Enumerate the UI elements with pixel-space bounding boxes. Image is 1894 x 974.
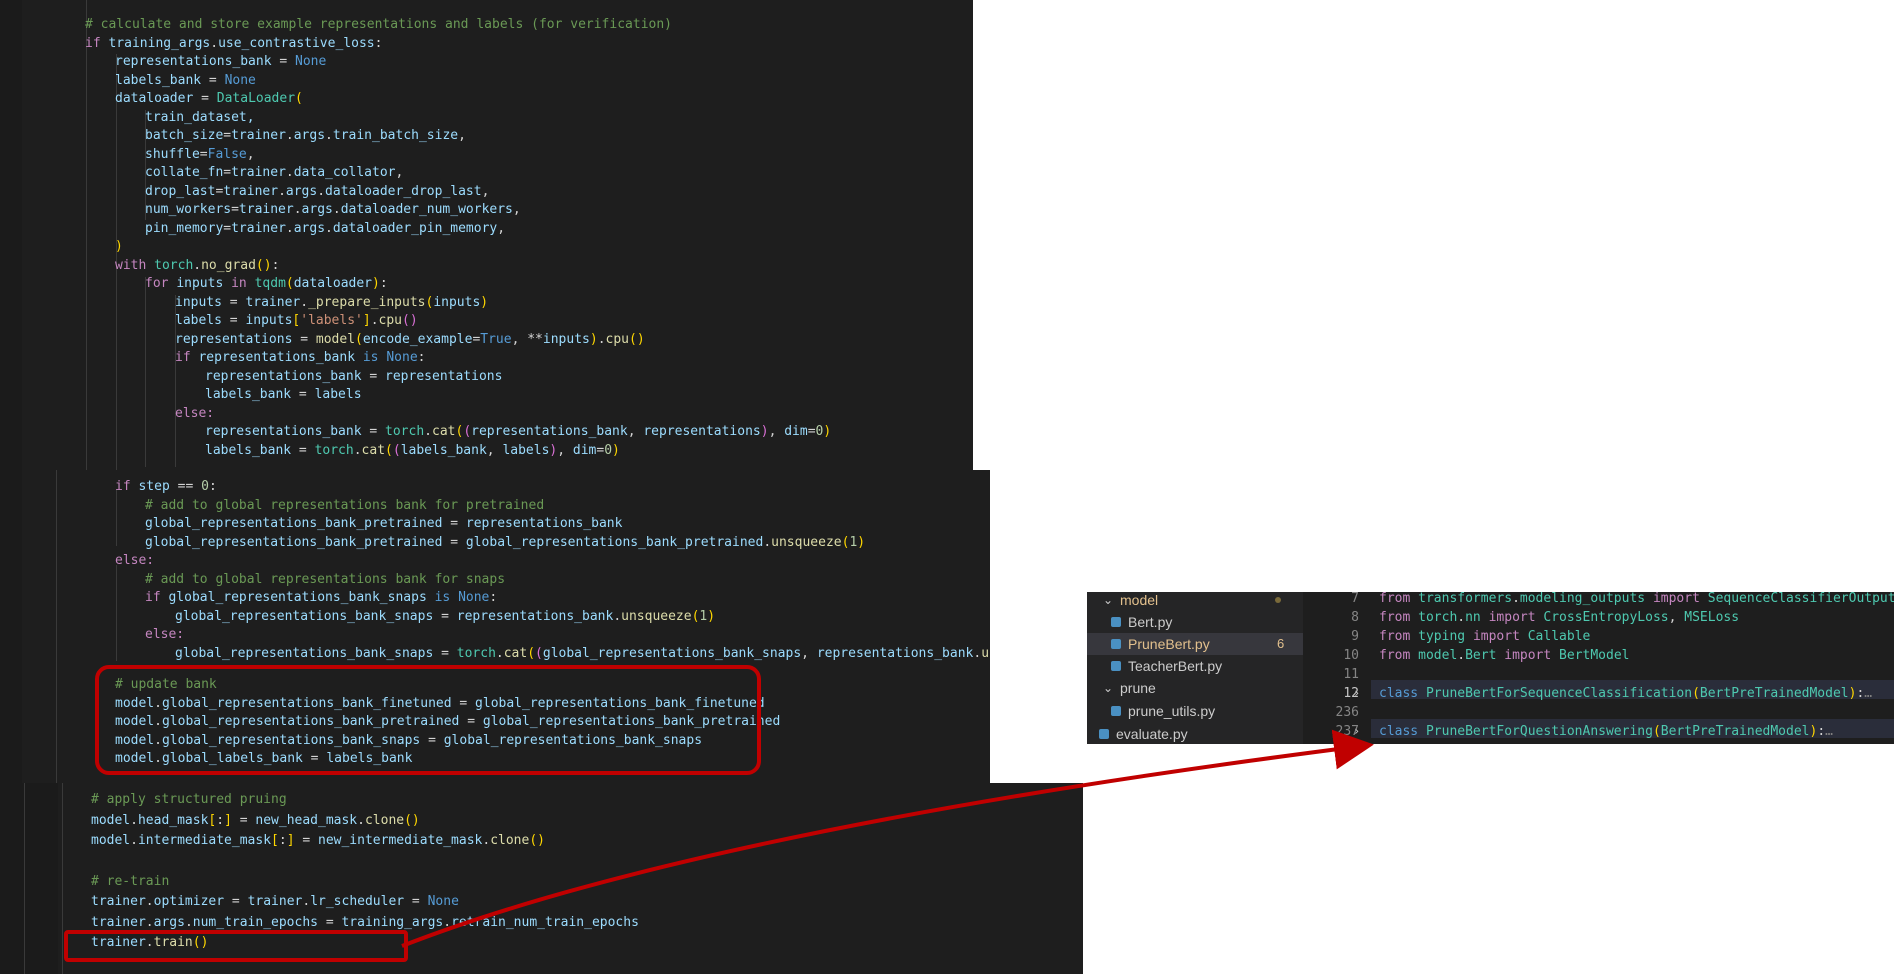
- arrow-path: [401, 729, 1374, 948]
- annotation-arrow: [401, 729, 1374, 948]
